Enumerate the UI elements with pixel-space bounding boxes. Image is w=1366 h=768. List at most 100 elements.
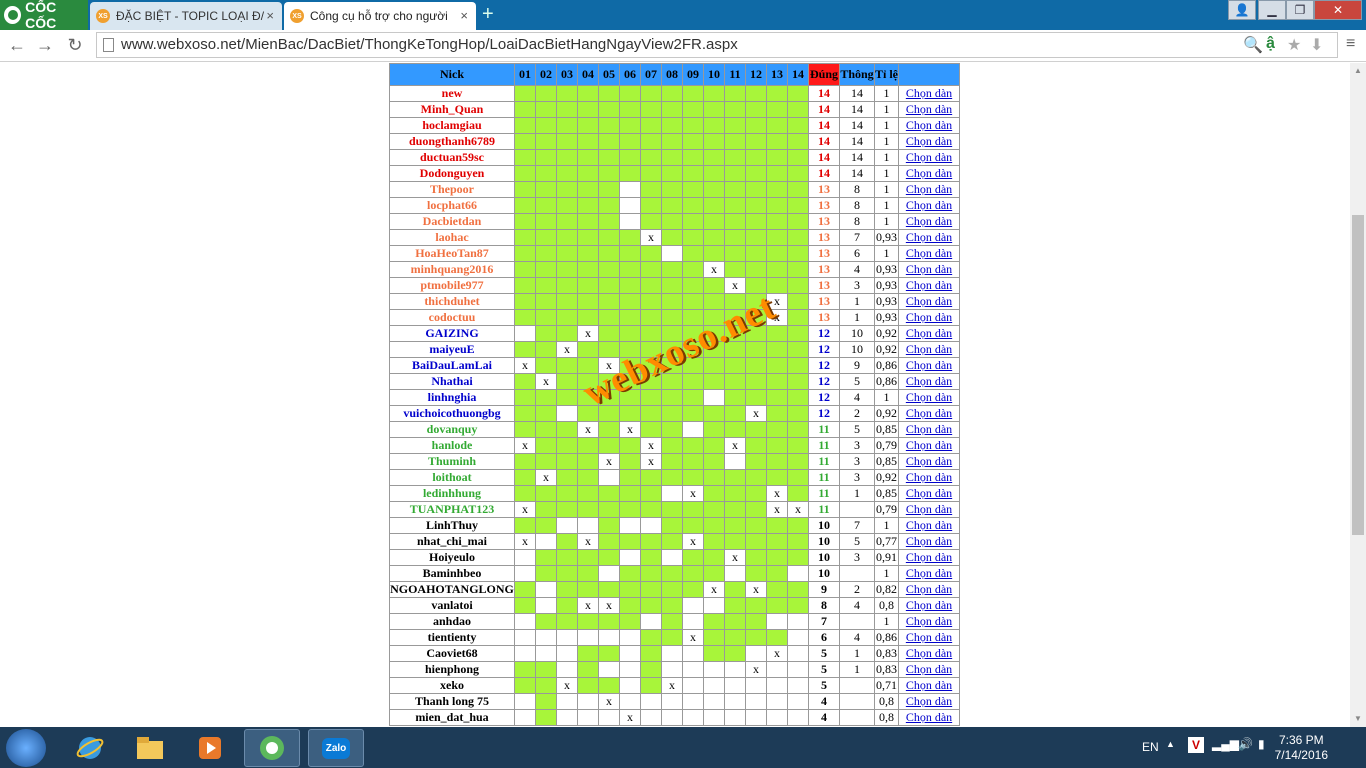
volume-icon[interactable]: 🔊 [1238, 737, 1253, 751]
day-cell [787, 341, 809, 358]
chon-dan-link[interactable]: Chọn dàn [906, 310, 952, 324]
day-cell [577, 261, 599, 278]
day-cell: x [514, 437, 536, 454]
tray-expand-icon[interactable]: ▲ [1166, 739, 1175, 749]
day-cell [766, 677, 788, 694]
zalo-taskbar-icon[interactable]: Zalo [308, 729, 364, 767]
chon-dan-link[interactable]: Chọn dàn [906, 518, 952, 532]
nick-cell: vuichoicothuongbg [389, 405, 515, 422]
chon-dan-link[interactable]: Chọn dàn [906, 486, 952, 500]
chon-dan-link[interactable]: Chọn dàn [906, 374, 952, 388]
chon-dan-link[interactable]: Chọn dàn [906, 262, 952, 276]
file-explorer-icon[interactable] [122, 729, 178, 767]
chon-dan-link[interactable]: Chọn dàn [906, 118, 952, 132]
chon-dan-link[interactable]: Chọn dàn [906, 342, 952, 356]
day-cell [577, 165, 599, 182]
chon-dan-link[interactable]: Chọn dàn [906, 694, 952, 708]
battery-icon[interactable]: ▮ [1258, 737, 1265, 751]
scroll-up-icon[interactable]: ▲ [1350, 63, 1366, 79]
vertical-scrollbar[interactable]: ▲ ▼ [1350, 63, 1366, 727]
chon-dan-link[interactable]: Chọn dàn [906, 102, 952, 116]
chon-dan-link[interactable]: Chọn dàn [906, 630, 952, 644]
thong-cell: 2 [839, 405, 875, 422]
day-cell [577, 437, 599, 454]
back-icon[interactable]: ← [6, 35, 28, 56]
day-cell [514, 645, 536, 662]
coccoc-taskbar-icon[interactable] [244, 729, 300, 767]
day-cell [514, 277, 536, 294]
chon-dan-link[interactable]: Chọn dàn [906, 438, 952, 452]
reload-icon[interactable]: ↻ [64, 35, 86, 56]
day-cell [535, 485, 557, 502]
close-tab-icon[interactable]: × [460, 8, 468, 23]
day-cell [640, 181, 662, 198]
tab-cong-cu[interactable]: XS Công cụ hỗ trợ cho người × [284, 2, 476, 30]
day-header: 03 [556, 63, 578, 86]
chon-dan-link[interactable]: Chọn dàn [906, 406, 952, 420]
maximize-icon[interactable]: ❐ [1286, 0, 1314, 20]
chon-dan-link[interactable]: Chọn dàn [906, 326, 952, 340]
chon-dan-link[interactable]: Chọn dàn [906, 470, 952, 484]
chon-dan-link[interactable]: Chọn dàn [906, 134, 952, 148]
internet-explorer-icon[interactable] [62, 729, 118, 767]
signal-icon[interactable]: ▂▄▆ [1212, 737, 1239, 751]
antivirus-icon[interactable]: V [1188, 737, 1204, 753]
day-cell [556, 293, 578, 310]
chon-dan-link[interactable]: Chọn dàn [906, 150, 952, 164]
day-cell [619, 181, 641, 198]
chon-dan-link[interactable]: Chọn dàn [906, 582, 952, 596]
chon-dan-link[interactable]: Chọn dàn [906, 454, 952, 468]
chon-dan-link[interactable]: Chọn dàn [906, 502, 952, 516]
chon-dan-link[interactable]: Chọn dàn [906, 662, 952, 676]
day-cell [598, 549, 620, 566]
chon-dan-link[interactable]: Chọn dàn [906, 166, 952, 180]
chon-dan-link[interactable]: Chọn dàn [906, 294, 952, 308]
download-icon[interactable]: ⬇ [1310, 35, 1323, 55]
chon-dan-link[interactable]: Chọn dàn [906, 86, 952, 100]
close-tab-icon[interactable]: × [266, 8, 274, 23]
menu-icon[interactable]: ≡ [1346, 35, 1355, 53]
scroll-down-icon[interactable]: ▼ [1350, 711, 1366, 727]
chon-dan-link[interactable]: Chọn dàn [906, 710, 952, 724]
day-cell [661, 277, 683, 294]
chon-dan-link[interactable]: Chọn dàn [906, 278, 952, 292]
chon-dan-link[interactable]: Chọn dàn [906, 246, 952, 260]
chon-dan-link[interactable]: Chọn dàn [906, 678, 952, 692]
new-tab-icon[interactable]: + [482, 4, 494, 24]
tab-dac-biet[interactable]: XS ĐẶC BIỆT - TOPIC LOẠI Đ/× [90, 2, 282, 30]
user-icon[interactable]: 👤 [1228, 0, 1256, 20]
day-cell [682, 581, 704, 598]
chon-dan-link[interactable]: Chọn dàn [906, 182, 952, 196]
chon-dan-link[interactable]: Chọn dàn [906, 566, 952, 580]
chon-dan-link[interactable]: Chọn dàn [906, 550, 952, 564]
url-input[interactable]: www.webxoso.net/MienBac/DacBiet/ThongKeT… [96, 32, 1338, 58]
day-cell [535, 709, 557, 726]
chon-dan-link[interactable]: Chọn dàn [906, 422, 952, 436]
chon-dan-link[interactable]: Chọn dàn [906, 390, 952, 404]
dung-cell: 5 [808, 645, 840, 662]
minimize-icon[interactable]: ▁ [1258, 0, 1286, 20]
day-cell [577, 517, 599, 534]
close-window-icon[interactable]: ✕ [1314, 0, 1362, 20]
chon-dan-cell: Chọn dàn [898, 309, 960, 326]
vietnamese-input-icon[interactable]: ậ [1266, 35, 1275, 53]
zoom-icon[interactable]: 🔍 [1243, 35, 1263, 55]
chon-dan-link[interactable]: Chọn dàn [906, 230, 952, 244]
chon-dan-link[interactable]: Chọn dàn [906, 358, 952, 372]
scroll-thumb[interactable] [1352, 215, 1364, 535]
chon-dan-link[interactable]: Chọn dàn [906, 598, 952, 612]
start-button-icon[interactable] [6, 729, 46, 767]
coccoc-logo-icon [4, 6, 22, 24]
chon-dan-link[interactable]: Chọn dàn [906, 534, 952, 548]
coccoc-brand-button[interactable]: CỐC CỐC [0, 0, 88, 31]
language-indicator[interactable]: EN [1142, 740, 1159, 754]
chon-dan-link[interactable]: Chọn dàn [906, 614, 952, 628]
media-player-icon[interactable] [182, 729, 238, 767]
chon-dan-link[interactable]: Chọn dàn [906, 198, 952, 212]
tab-label: Công cụ hỗ trợ cho người [310, 9, 448, 23]
chon-dan-link[interactable]: Chọn dàn [906, 214, 952, 228]
chon-dan-link[interactable]: Chọn dàn [906, 646, 952, 660]
star-icon[interactable]: ★ [1287, 35, 1301, 55]
forward-icon[interactable]: → [34, 35, 56, 56]
clock[interactable]: 7:36 PM 7/14/2016 [1275, 733, 1328, 763]
